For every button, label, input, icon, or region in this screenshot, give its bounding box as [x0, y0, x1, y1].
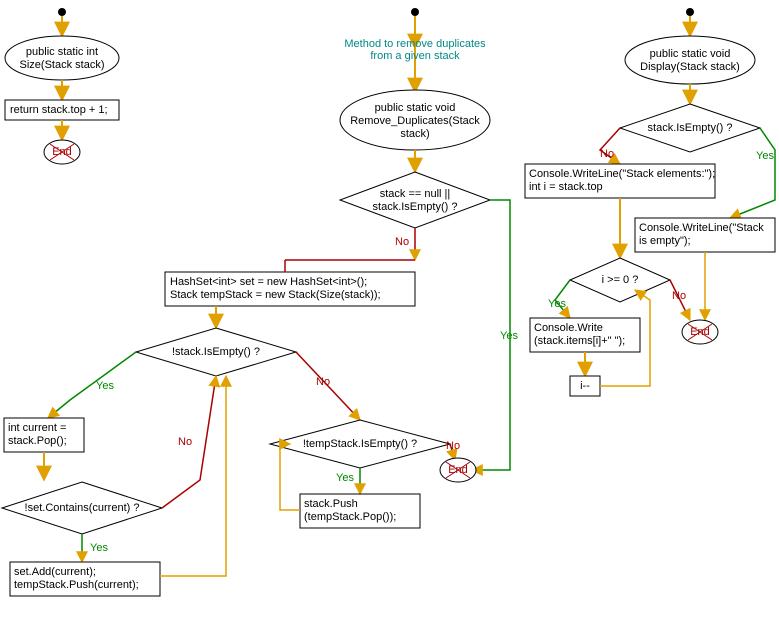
rd-temp-yes: Yes [336, 472, 354, 484]
rd-assign [4, 418, 84, 452]
entry-dot [411, 8, 419, 16]
flowchart-canvas [0, 0, 779, 636]
rd-cond-empty [136, 328, 296, 376]
display-cond-i [570, 258, 670, 302]
display-empty-no: No [600, 148, 614, 160]
rd-cond-null [340, 172, 490, 228]
size-end [44, 140, 80, 164]
rd-cond-temp [270, 420, 450, 468]
rd-empty-no: No [316, 376, 330, 388]
rd-init [165, 272, 415, 306]
display-decrement [570, 376, 600, 396]
display-cond-empty [620, 104, 760, 152]
rd-push-back [300, 494, 420, 528]
display-print-empty [635, 218, 775, 252]
rd-null-yes: Yes [500, 330, 518, 342]
size-start [5, 36, 119, 80]
rd-empty-yes: Yes [96, 380, 114, 392]
rd-start [340, 90, 490, 150]
display-header [525, 164, 715, 198]
display-start [625, 36, 755, 84]
size-return [5, 100, 119, 120]
rd-null-no: No [395, 236, 409, 248]
rd-cond-contains [2, 482, 162, 534]
entry-dot [686, 8, 694, 16]
display-i-no: No [672, 290, 686, 302]
display-empty-yes: Yes [756, 150, 774, 162]
rd-contains-yes: Yes [90, 542, 108, 554]
rd-temp-no: No [446, 440, 460, 452]
rd-contains-no: No [178, 436, 192, 448]
rd-end [440, 458, 476, 482]
rd-annotation: Method to remove duplicates from a given… [320, 38, 510, 62]
rd-add-push [10, 562, 160, 596]
display-end [682, 320, 718, 344]
display-i-yes: Yes [548, 298, 566, 310]
entry-dot [58, 8, 66, 16]
display-write [530, 318, 640, 352]
